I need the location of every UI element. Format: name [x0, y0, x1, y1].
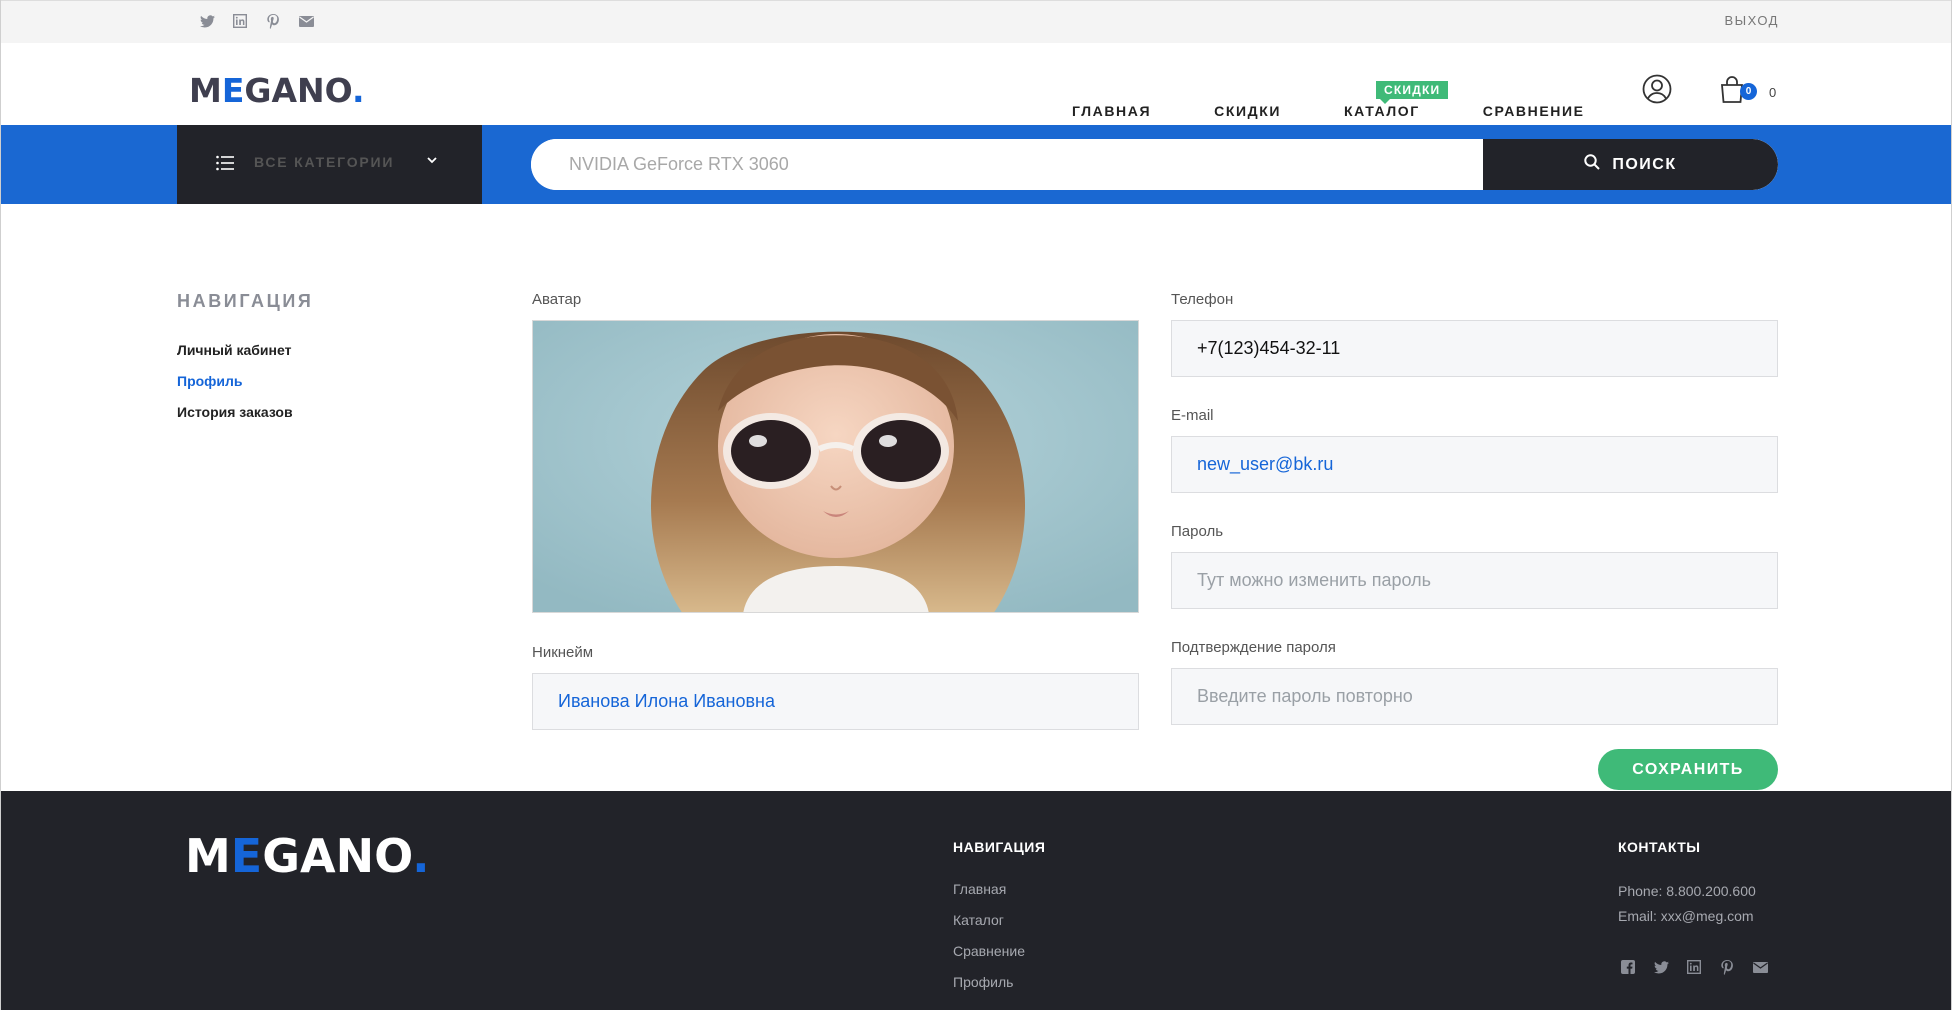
top-bar: ВЫХОД	[1, 0, 1951, 43]
phone-label: Телефон	[1171, 291, 1234, 308]
search-button-label: ПОИСК	[1612, 155, 1677, 173]
nickname-field[interactable]	[532, 673, 1139, 730]
search-bar: ВСЕ КАТЕГОРИИ ПОИСК	[1, 125, 1951, 204]
avatar-label: Аватар	[532, 291, 582, 308]
footer-nav-title: НАВИГАЦИЯ	[953, 839, 1046, 855]
email-field[interactable]	[1171, 436, 1778, 493]
logo-text: GANO	[244, 71, 352, 110]
list-icon	[216, 155, 234, 176]
footer-link-home[interactable]: Главная	[953, 881, 1025, 897]
nav-home[interactable]: ГЛАВНАЯ	[1072, 103, 1151, 119]
confirm-password-field[interactable]	[1171, 668, 1778, 725]
search-icon	[1584, 154, 1601, 175]
twitter-icon[interactable]	[1651, 957, 1671, 977]
footer-contacts-title: КОНТАКТЫ	[1618, 839, 1701, 855]
nav-catalog[interactable]: КАТАЛОГ	[1344, 103, 1420, 119]
sidebar-item-profile[interactable]: Профиль	[177, 373, 293, 389]
save-button[interactable]: СОХРАНИТЬ	[1598, 749, 1778, 790]
logo-letter: M	[189, 71, 222, 110]
footer-link-catalog[interactable]: Каталог	[953, 912, 1025, 928]
confirm-password-label: Подтверждение пароля	[1171, 639, 1336, 656]
pinterest-icon[interactable]	[1717, 957, 1737, 977]
linkedin-icon[interactable]	[1684, 957, 1704, 977]
logout-link[interactable]: ВЫХОД	[1724, 13, 1779, 28]
sidebar-item-account[interactable]: Личный кабинет	[177, 342, 293, 358]
mail-icon[interactable]	[296, 11, 316, 31]
twitter-icon[interactable]	[197, 11, 217, 31]
social-links	[197, 11, 316, 31]
footer: MEGANO. НАВИГАЦИЯ Главная Каталог Сравне…	[1, 791, 1951, 1010]
logo-dot: .	[351, 71, 365, 110]
footer-logo-dot: .	[412, 829, 430, 883]
sidebar-title: НАВИГАЦИЯ	[177, 291, 314, 311]
password-label: Пароль	[1171, 523, 1224, 540]
sale-badge: СКИДКИ	[1376, 81, 1449, 104]
mail-icon[interactable]	[1750, 957, 1770, 977]
footer-email[interactable]: Email: xxx@meg.com	[1618, 908, 1754, 924]
page: ВЫХОД MEGANO. СКИДКИ ГЛАВНАЯ СКИДКИ КАТА…	[0, 0, 1952, 1010]
search-button[interactable]: ПОИСК	[1483, 139, 1778, 190]
email-label: E-mail	[1171, 407, 1214, 424]
all-categories-label: ВСЕ КАТЕГОРИИ	[254, 154, 395, 170]
search-input[interactable]	[531, 139, 1485, 190]
footer-social-links	[1618, 957, 1770, 977]
header: MEGANO. СКИДКИ ГЛАВНАЯ СКИДКИ КАТАЛОГ СР…	[1, 43, 1951, 125]
sidebar-item-orders[interactable]: История заказов	[177, 404, 293, 420]
search-form: ПОИСК	[531, 139, 1778, 190]
footer-logo-accent-letter: E	[230, 829, 263, 883]
all-categories-button[interactable]: ВСЕ КАТЕГОРИИ	[177, 125, 482, 204]
nav-sales[interactable]: СКИДКИ	[1214, 103, 1281, 119]
footer-logo-text: GANO	[262, 829, 413, 883]
footer-phone: Phone: 8.800.200.600	[1618, 883, 1756, 899]
linkedin-icon[interactable]	[230, 11, 250, 31]
user-icon[interactable]	[1642, 74, 1672, 104]
sidebar-nav: Личный кабинет Профиль История заказов	[177, 342, 293, 435]
logo[interactable]: MEGANO.	[189, 71, 365, 110]
nav-compare[interactable]: СРАВНЕНИЕ	[1483, 103, 1585, 119]
password-field[interactable]	[1171, 552, 1778, 609]
footer-logo-letter: M	[185, 829, 231, 883]
footer-link-profile[interactable]: Профиль	[953, 974, 1025, 990]
nickname-label: Никнейм	[532, 644, 594, 661]
phone-field[interactable]	[1171, 320, 1778, 377]
pinterest-icon[interactable]	[263, 11, 283, 31]
chevron-down-icon	[426, 153, 438, 171]
footer-link-compare[interactable]: Сравнение	[953, 943, 1025, 959]
logo-accent-letter: E	[221, 71, 245, 110]
avatar-image[interactable]	[532, 320, 1139, 613]
cart-total: 0	[1769, 85, 1777, 100]
main-nav: ГЛАВНАЯ СКИДКИ КАТАЛОГ СРАВНЕНИЕ	[1072, 103, 1585, 119]
facebook-icon[interactable]	[1618, 957, 1638, 977]
footer-logo[interactable]: MEGANO.	[185, 829, 430, 883]
footer-nav: Главная Каталог Сравнение Профиль	[953, 881, 1025, 1005]
cart-count-badge: 0	[1740, 83, 1757, 100]
